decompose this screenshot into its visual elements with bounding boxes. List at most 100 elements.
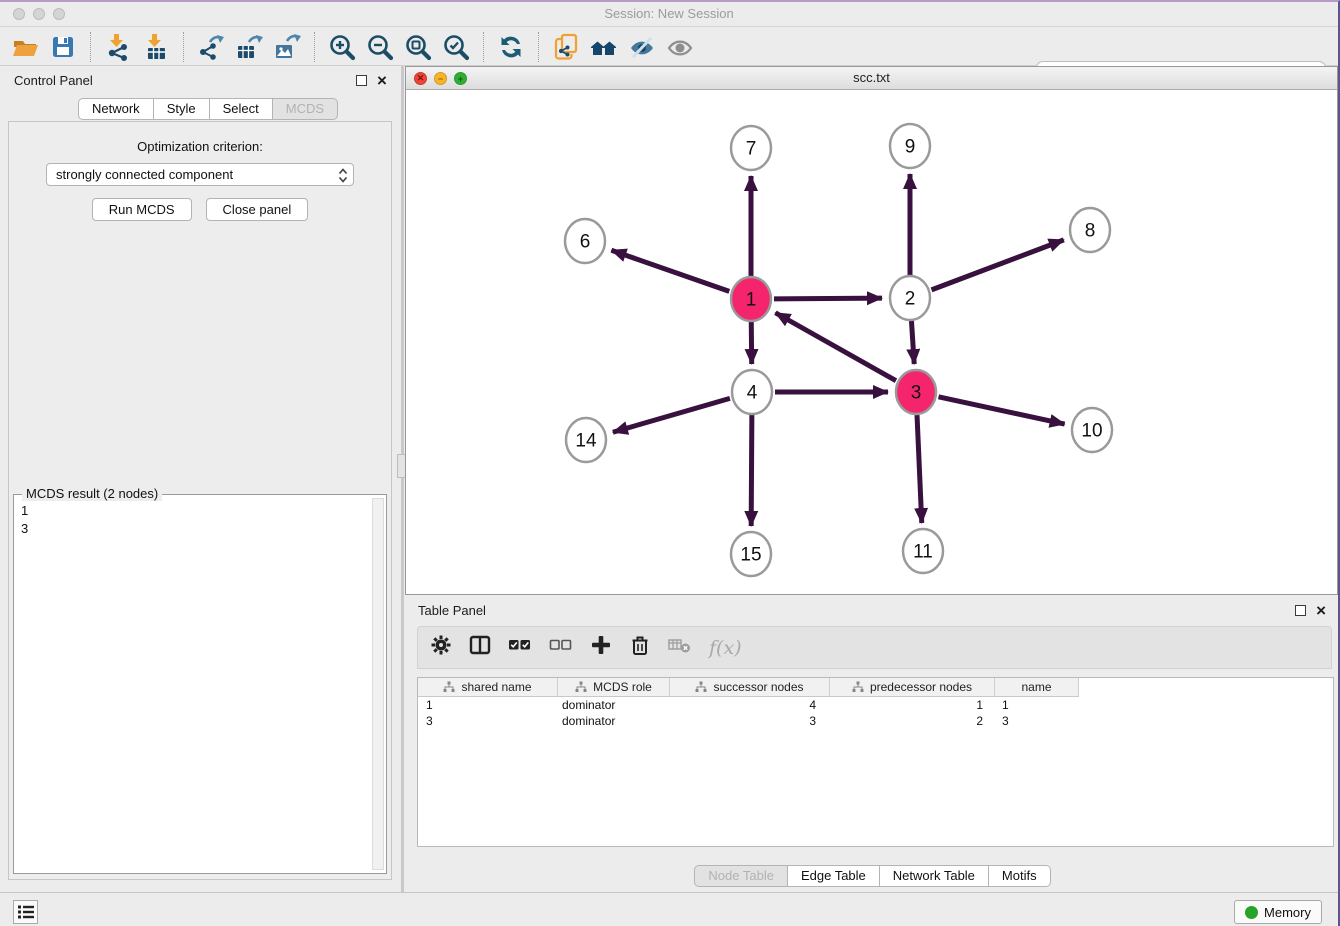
zoom-in-button[interactable] (323, 30, 361, 64)
cell-successor-nodes[interactable]: 4 (670, 698, 830, 712)
table-settings-button[interactable] (430, 634, 452, 661)
hierarchy-icon (575, 681, 587, 693)
import-network-button[interactable] (99, 30, 137, 64)
open-session-button[interactable] (6, 30, 44, 64)
export-network-button[interactable] (192, 30, 230, 64)
zoom-fit-button[interactable] (399, 30, 437, 64)
graph-edge-2-8[interactable] (932, 240, 1064, 290)
close-panel-button[interactable]: Close panel (206, 198, 309, 221)
graph-node-3[interactable]: 3 (896, 370, 936, 414)
mcds-result-box: MCDS result (2 nodes) 1 3 (13, 494, 387, 874)
cell-predecessor-nodes[interactable]: 1 (830, 698, 995, 712)
tab-network-table[interactable]: Network Table (880, 865, 989, 887)
network-graph[interactable]: 7 9 6 8 1 2 4 3 14 10 15 11 (406, 90, 1337, 594)
column-header-predecessor-nodes[interactable]: predecessor nodes (830, 678, 995, 697)
tab-network[interactable]: Network (78, 98, 154, 120)
graph-edge-1-6[interactable] (611, 250, 729, 291)
delete-column-button[interactable] (629, 634, 651, 661)
result-scrollbar[interactable] (372, 498, 384, 870)
result-line: 3 (21, 520, 371, 538)
select-all-columns-button[interactable] (508, 634, 532, 661)
tab-node-table[interactable]: Node Table (694, 865, 788, 887)
tab-motifs[interactable]: Motifs (989, 865, 1051, 887)
save-floppy-icon (49, 33, 77, 61)
memory-button[interactable]: Memory (1234, 900, 1322, 924)
refresh-view-button[interactable] (492, 30, 530, 64)
cell-shared-name[interactable]: 1 (418, 698, 558, 712)
memory-status-icon (1245, 906, 1258, 919)
function-builder-button[interactable]: f(x) (709, 637, 742, 659)
cell-shared-name[interactable]: 3 (418, 714, 558, 728)
tab-style[interactable]: Style (154, 98, 210, 120)
import-table-button[interactable] (137, 30, 175, 64)
export-table-button[interactable] (230, 30, 268, 64)
column-header-shared-name[interactable]: shared name (418, 678, 558, 697)
first-neighbors-button[interactable] (585, 30, 623, 64)
tab-edge-table[interactable]: Edge Table (788, 865, 880, 887)
graph-node-4[interactable]: 4 (732, 370, 772, 414)
column-header-successor-nodes[interactable]: successor nodes (670, 678, 830, 697)
graph-node-6[interactable]: 6 (565, 219, 605, 263)
dropdown-value: strongly connected component (56, 167, 233, 182)
cell-mcds-role[interactable]: dominator (558, 698, 670, 712)
cell-name[interactable]: 1 (995, 698, 1079, 712)
dropdown-chevrons-icon (338, 167, 348, 190)
hide-selected-button[interactable] (623, 30, 661, 64)
export-image-button[interactable] (268, 30, 306, 64)
graph-node-1[interactable]: 1 (731, 277, 771, 321)
graph-edge-3-1[interactable] (775, 313, 896, 381)
graph-node-2[interactable]: 2 (890, 276, 930, 320)
table-row[interactable]: 1 dominator 4 1 1 (418, 697, 1333, 713)
cell-successor-nodes[interactable]: 3 (670, 714, 830, 728)
column-label: shared name (461, 680, 531, 694)
column-header-name[interactable]: name (995, 678, 1079, 697)
tab-select[interactable]: Select (210, 98, 273, 120)
graph-edge-3-10[interactable] (938, 397, 1064, 424)
table-row[interactable]: 3 dominator 3 2 3 (418, 713, 1333, 729)
table-panel-float-icon[interactable] (1295, 605, 1306, 616)
add-column-button[interactable] (590, 634, 612, 661)
clone-network-button[interactable] (547, 30, 585, 64)
graph-node-10[interactable]: 10 (1072, 408, 1112, 452)
graph-node-11[interactable]: 11 (903, 529, 943, 573)
show-all-button[interactable] (661, 30, 699, 64)
deselect-all-columns-button[interactable] (549, 634, 573, 661)
control-panel-close-icon[interactable]: × (377, 75, 387, 86)
column-header-mcds-role[interactable]: MCDS role (558, 678, 670, 697)
mcds-result-text[interactable]: 1 3 (14, 497, 371, 871)
table-split-view-button[interactable] (469, 634, 491, 661)
import-network-icon (104, 33, 132, 61)
control-panel-float-icon[interactable] (356, 75, 367, 86)
table-panel-close-icon[interactable]: × (1316, 605, 1326, 616)
unchecked-boxes-icon (549, 634, 573, 656)
cell-predecessor-nodes[interactable]: 2 (830, 714, 995, 728)
graph-edge-1-2[interactable] (774, 298, 882, 299)
zoom-out-button[interactable] (361, 30, 399, 64)
checked-boxes-icon (508, 634, 532, 656)
tab-mcds[interactable]: MCDS (273, 98, 338, 120)
run-mcds-button[interactable]: Run MCDS (92, 198, 192, 221)
table-panel-tabs: Node Table Edge Table Network Table Moti… (405, 865, 1340, 887)
network-canvas[interactable]: 7 9 6 8 1 2 4 3 14 10 15 11 (406, 90, 1337, 594)
graph-node-7[interactable]: 7 (731, 126, 771, 170)
optimization-criterion-dropdown[interactable]: strongly connected component (46, 163, 354, 186)
vertical-splitter[interactable] (401, 66, 404, 892)
task-history-button[interactable] (13, 900, 38, 924)
graph-node-8[interactable]: 8 (1070, 208, 1110, 252)
graph-node-14[interactable]: 14 (566, 418, 606, 462)
graph-node-15[interactable]: 15 (731, 532, 771, 576)
graph-node-label: 1 (746, 290, 757, 311)
delete-table-button[interactable] (668, 634, 692, 661)
cell-name[interactable]: 3 (995, 714, 1079, 728)
table-panel: Table Panel × (405, 597, 1340, 892)
save-session-button[interactable] (44, 30, 82, 64)
graph-edge-4-15[interactable] (751, 415, 752, 526)
graph-edge-3-11[interactable] (917, 415, 922, 523)
graph-edge-2-3[interactable] (911, 321, 914, 364)
zoom-selected-button[interactable] (437, 30, 475, 64)
cell-mcds-role[interactable]: dominator (558, 714, 670, 728)
graph-node-9[interactable]: 9 (890, 124, 930, 168)
graph-edge-4-14[interactable] (613, 398, 730, 432)
zoom-fit-icon (404, 33, 432, 61)
network-window-titlebar[interactable]: ✕ − + scc.txt (406, 67, 1337, 90)
